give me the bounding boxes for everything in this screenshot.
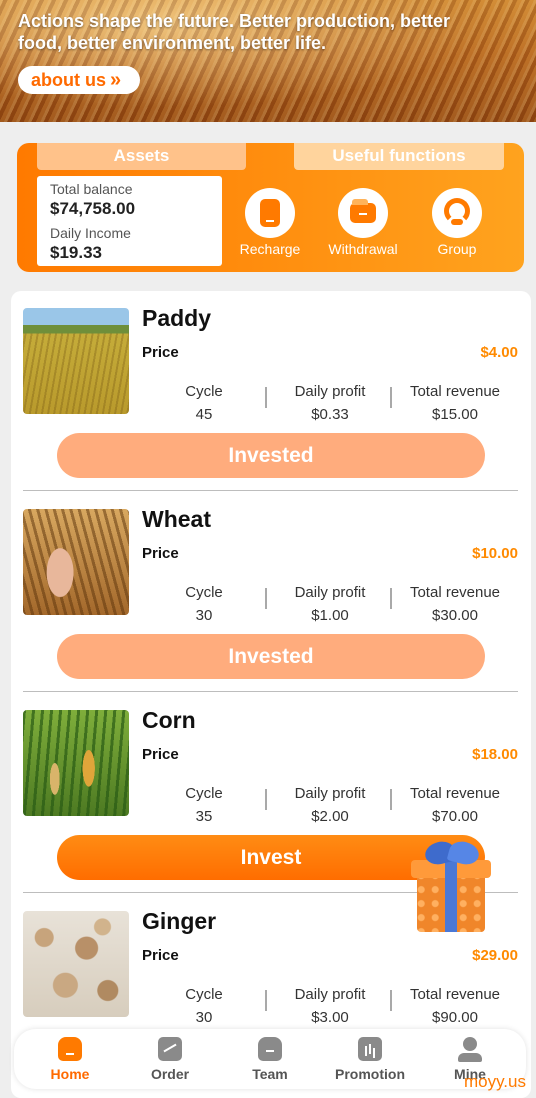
product-name: Ginger: [142, 908, 217, 934]
product-name: Corn: [142, 707, 196, 733]
withdrawal-label: Withdrawal: [328, 241, 398, 257]
nav-label: Team: [252, 1066, 288, 1082]
daily-profit-stat: Daily profit $3.00: [294, 986, 366, 1026]
price-value: $4.00: [480, 344, 518, 361]
stat-divider: [390, 990, 392, 1011]
chart-icon: [158, 1037, 182, 1061]
cycle-stat: Cycle 45: [185, 383, 223, 423]
total-revenue-stat: Total revenue $15.00: [409, 383, 501, 423]
nav-order[interactable]: Order: [120, 1037, 220, 1082]
stat-divider: [265, 990, 267, 1011]
stat-divider: [265, 789, 267, 810]
stat-divider: [390, 789, 392, 810]
cycle-stat: Cycle 30: [185, 584, 223, 624]
user-icon: [463, 1037, 477, 1051]
asset-panel: Assets Useful functions Total balance $7…: [17, 143, 524, 272]
home-icon: [58, 1037, 82, 1061]
stat-divider: [390, 387, 392, 408]
total-revenue-stat: Total revenue $90.00: [409, 986, 501, 1026]
card-divider: [23, 490, 518, 491]
price-label: Price: [142, 746, 179, 763]
total-revenue-stat: Total revenue $70.00: [409, 785, 501, 825]
price-value: $10.00: [472, 545, 518, 562]
daily-income-value: $19.33: [50, 243, 102, 262]
price-label: Price: [142, 344, 179, 361]
stat-divider: [265, 588, 267, 609]
recharge-button[interactable]: Recharge: [230, 188, 310, 257]
bag-icon: [258, 1037, 282, 1061]
corn-image: [23, 710, 129, 816]
recharge-label: Recharge: [239, 241, 301, 257]
chevron-right-icon: »: [110, 69, 122, 91]
nav-promotion[interactable]: Promotion: [320, 1037, 420, 1082]
banner-slogan: Actions shape the future. Better product…: [18, 11, 451, 53]
product-card-paddy: Paddy Price $4.00 Cycle 45 Daily profit $0…: [23, 291, 518, 491]
daily-profit-stat: Daily profit $1.00: [294, 584, 366, 624]
invested-button[interactable]: Invested: [57, 433, 485, 478]
wallet-icon: [338, 188, 388, 238]
hero-banner: Actions shape the future. Better product…: [0, 0, 536, 122]
nav-home[interactable]: Home: [20, 1037, 120, 1082]
daily-income-label: Daily Income: [50, 225, 131, 241]
nav-label: Home: [50, 1066, 90, 1082]
group-label: Group: [437, 241, 477, 257]
total-balance-value: $74,758.00: [50, 199, 136, 218]
ginger-image: [23, 911, 129, 1017]
tab-assets[interactable]: Assets: [37, 143, 246, 170]
bar-chart-icon: [358, 1037, 382, 1061]
product-name: Paddy: [142, 305, 212, 331]
card-divider: [23, 691, 518, 692]
bottom-nav: Home Order Team Promotion Mine: [14, 1029, 526, 1089]
price-label: Price: [142, 947, 179, 964]
gift-box-icon[interactable]: [411, 838, 493, 934]
product-card-wheat: Wheat Price $10.00 Cycle 30 Daily profit $…: [23, 492, 518, 692]
daily-profit-stat: Daily profit $2.00: [294, 785, 366, 825]
headset-icon: [432, 188, 482, 238]
total-balance-label: Total balance: [50, 181, 133, 197]
nav-label: Order: [150, 1066, 190, 1082]
price-value: $29.00: [472, 947, 518, 964]
withdrawal-button[interactable]: Withdrawal: [323, 188, 403, 257]
price-label: Price: [142, 545, 179, 562]
nav-team[interactable]: Team: [220, 1037, 320, 1082]
cycle-stat: Cycle 35: [185, 785, 223, 825]
wheat-image: [23, 509, 129, 615]
product-name: Wheat: [142, 506, 211, 532]
invested-button[interactable]: Invested: [57, 634, 485, 679]
tab-useful-functions[interactable]: Useful functions: [294, 143, 504, 170]
daily-profit-stat: Daily profit $0.33: [294, 383, 366, 423]
price-value: $18.00: [472, 746, 518, 763]
about-us-label: about us: [31, 70, 106, 90]
balance-card: Total balance $74,758.00 Daily Income $1…: [37, 176, 222, 266]
about-us-button[interactable]: about us»: [18, 66, 140, 94]
recharge-icon: [245, 188, 295, 238]
group-button[interactable]: Group: [417, 188, 497, 257]
total-revenue-stat: Total revenue $30.00: [409, 584, 501, 624]
nav-label: Promotion: [335, 1066, 405, 1082]
cycle-stat: Cycle 30: [185, 986, 223, 1026]
product-list: Paddy Price $4.00 Cycle 45 Daily profit $0…: [11, 291, 531, 1098]
watermark: moyy.us: [463, 1072, 526, 1091]
paddy-image: [23, 308, 129, 414]
stat-divider: [265, 387, 267, 408]
stat-divider: [390, 588, 392, 609]
